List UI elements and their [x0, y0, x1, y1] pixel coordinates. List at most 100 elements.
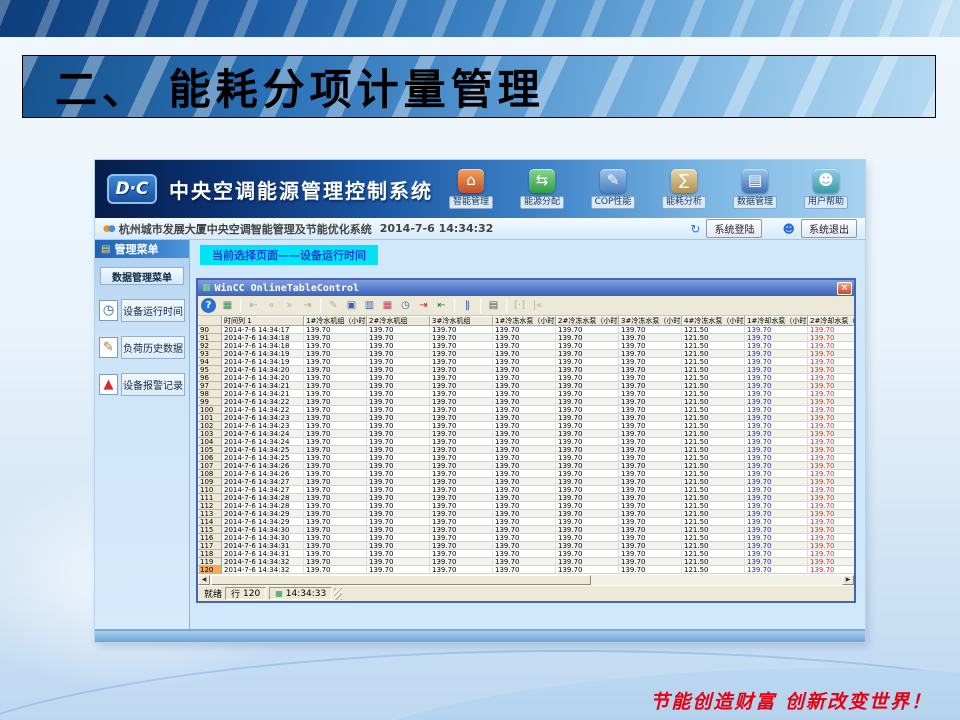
- value-cell: 139.70: [367, 510, 430, 518]
- value-cell: 139.70: [367, 446, 430, 454]
- system-logout-button[interactable]: 系统退出: [801, 219, 857, 238]
- column-header[interactable]: 4#冷冻水泵（小时）: [682, 316, 745, 326]
- value-cell: 139.70: [430, 382, 493, 390]
- table-row[interactable]: 1102014-7-6 14:34:27139.70139.70139.7013…: [198, 486, 854, 494]
- system-login-button[interactable]: 系统登陆: [706, 219, 762, 238]
- table-row[interactable]: 902014-7-6 14:34:17139.70139.70139.70139…: [198, 326, 854, 334]
- sidebar-item-1[interactable]: ◷设备运行时间: [99, 299, 185, 322]
- table-row[interactable]: 982014-7-6 14:34:21139.70139.70139.70139…: [198, 390, 854, 398]
- table-row[interactable]: 942014-7-6 14:34:19139.70139.70139.70139…: [198, 358, 854, 366]
- timestamp-cell: 2014-7-6 14:34:24: [222, 438, 304, 446]
- column-header[interactable]: 2#冷水机组: [367, 316, 430, 326]
- close-icon[interactable]: ×: [837, 282, 852, 295]
- value-cell: 139.70: [808, 486, 854, 494]
- table-row[interactable]: 1012014-7-6 14:34:23139.70139.70139.7013…: [198, 414, 854, 422]
- resize-gripper[interactable]: [334, 588, 342, 600]
- range-start-icon[interactable]: ⇥: [415, 297, 432, 314]
- table-row[interactable]: 1112014-7-6 14:34:28139.70139.70139.7013…: [198, 494, 854, 502]
- column-header[interactable]: 1#冷冻水泵（小时）: [493, 316, 556, 326]
- table-row[interactable]: 1162014-7-6 14:34:30139.70139.70139.7013…: [198, 534, 854, 542]
- horizontal-scrollbar[interactable]: ◀ ▶: [198, 574, 854, 585]
- value-cell: 139.70: [745, 350, 808, 358]
- column-header[interactable]: 时间列 1: [222, 316, 304, 326]
- value-cell: 139.70: [556, 462, 619, 470]
- sidebar-item-2[interactable]: ✎负荷历史数据: [99, 336, 185, 359]
- status-time: 14:34:33: [286, 589, 326, 599]
- table-row[interactable]: 922014-7-6 14:34:18139.70139.70139.70139…: [198, 342, 854, 350]
- column-header[interactable]: 3#冷水机组: [430, 316, 493, 326]
- table-row[interactable]: 992014-7-6 14:34:22139.70139.70139.70139…: [198, 398, 854, 406]
- copy-icon[interactable]: ▣: [343, 297, 360, 314]
- value-cell: 139.70: [556, 430, 619, 438]
- value-cell: 139.70: [493, 406, 556, 414]
- table-row[interactable]: 1182014-7-6 14:34:31139.70139.70139.7013…: [198, 550, 854, 558]
- select-columns-icon[interactable]: ▥: [361, 297, 378, 314]
- prev-record-icon: «: [263, 297, 280, 314]
- table-row[interactable]: 1052014-7-6 14:34:25139.70139.70139.7013…: [198, 446, 854, 454]
- table-row[interactable]: 1202014-7-6 14:34:32139.70139.70139.7013…: [198, 566, 854, 574]
- value-cell: 139.70: [493, 390, 556, 398]
- table-row[interactable]: 1092014-7-6 14:34:27139.70139.70139.7013…: [198, 478, 854, 486]
- app-footer: [95, 629, 865, 642]
- value-cell: 139.70: [304, 334, 367, 342]
- table-row[interactable]: 972014-7-6 14:34:21139.70139.70139.70139…: [198, 382, 854, 390]
- nav-item-4[interactable]: ∑能耗分析: [655, 169, 713, 209]
- column-header[interactable]: 1#冷却水泵（小时）: [745, 316, 808, 326]
- table-row[interactable]: 952014-7-6 14:34:20139.70139.70139.70139…: [198, 366, 854, 374]
- row-number-cell: 92: [198, 342, 222, 350]
- scroll-right-icon[interactable]: ▶: [842, 575, 854, 585]
- table-row[interactable]: 962014-7-6 14:34:20139.70139.70139.70139…: [198, 374, 854, 382]
- value-cell: 139.70: [304, 406, 367, 414]
- column-header[interactable]: 3#冷冻水泵（小时）: [619, 316, 682, 326]
- value-cell: 139.70: [808, 326, 854, 334]
- scroll-left-icon[interactable]: ◀: [198, 575, 210, 585]
- table-row[interactable]: 1042014-7-6 14:34:24139.70139.70139.7013…: [198, 438, 854, 446]
- table-row[interactable]: 1152014-7-6 14:34:30139.70139.70139.7013…: [198, 526, 854, 534]
- timestamp-cell: 2014-7-6 14:34:19: [222, 350, 304, 358]
- value-cell: 139.70: [619, 382, 682, 390]
- value-cell: 121.50: [682, 350, 745, 358]
- help-icon[interactable]: ?: [201, 298, 216, 313]
- timestamp-cell: 2014-7-6 14:34:18: [222, 342, 304, 350]
- table-row[interactable]: 1062014-7-6 14:34:25139.70139.70139.7013…: [198, 454, 854, 462]
- table-row[interactable]: 1032014-7-6 14:34:24139.70139.70139.7013…: [198, 430, 854, 438]
- range-end-icon[interactable]: ⇤: [433, 297, 450, 314]
- pause-icon[interactable]: ‖: [459, 297, 476, 314]
- table-row[interactable]: 1072014-7-6 14:34:26139.70139.70139.7013…: [198, 462, 854, 470]
- app-title: 中央空调能源管理控制系统: [169, 175, 433, 204]
- value-cell: 139.70: [745, 438, 808, 446]
- value-cell: 139.70: [619, 470, 682, 478]
- sidebar-section-button[interactable]: 数据管理菜单: [100, 267, 184, 285]
- column-header[interactable]: 2#冷冻水泵（小时）: [556, 316, 619, 326]
- nav-item-3[interactable]: ✎COP性能: [584, 169, 642, 209]
- table-row[interactable]: 1172014-7-6 14:34:31139.70139.70139.7013…: [198, 542, 854, 550]
- column-header[interactable]: 2#冷却水泵（小时）: [808, 316, 854, 326]
- row-number-cell: 110: [198, 486, 222, 494]
- value-cell: 139.70: [367, 358, 430, 366]
- table-row[interactable]: 1122014-7-6 14:34:28139.70139.70139.7013…: [198, 502, 854, 510]
- sidebar-item-3[interactable]: ▲设备报警记录: [99, 373, 185, 396]
- table-row[interactable]: 1142014-7-6 14:34:29139.70139.70139.7013…: [198, 518, 854, 526]
- wincc-title: WinCC OnlineTableControl: [215, 283, 360, 294]
- table-row[interactable]: 912014-7-6 14:34:18139.70139.70139.70139…: [198, 334, 854, 342]
- value-cell: 139.70: [304, 542, 367, 550]
- value-cell: 139.70: [619, 518, 682, 526]
- export-icon[interactable]: ▦: [219, 297, 236, 314]
- scrollbar-thumb[interactable]: [211, 575, 591, 585]
- print-icon[interactable]: ▤: [485, 297, 502, 314]
- table-row[interactable]: 1022014-7-6 14:34:23139.70139.70139.7013…: [198, 422, 854, 430]
- nav-item-1[interactable]: ⌂智能管理: [442, 169, 500, 209]
- clock-icon[interactable]: ◷: [397, 297, 414, 314]
- value-cell: 139.70: [619, 398, 682, 406]
- nav-item-2[interactable]: ⇆能源分配: [513, 169, 571, 209]
- table-row[interactable]: 1082014-7-6 14:34:26139.70139.70139.7013…: [198, 470, 854, 478]
- table-row[interactable]: 1192014-7-6 14:34:32139.70139.70139.7013…: [198, 558, 854, 566]
- table-row[interactable]: 1132014-7-6 14:34:29139.70139.70139.7013…: [198, 510, 854, 518]
- table-row[interactable]: 1002014-7-6 14:34:22139.70139.70139.7013…: [198, 406, 854, 414]
- nav-item-5[interactable]: ▤数据管理: [726, 169, 784, 209]
- column-header[interactable]: 1#冷水机组（小时）: [304, 316, 367, 326]
- nav-item-6[interactable]: ☻用户帮助: [797, 169, 855, 209]
- table-row[interactable]: 932014-7-6 14:34:19139.70139.70139.70139…: [198, 350, 854, 358]
- value-cell: 121.50: [682, 326, 745, 334]
- timebase-icon[interactable]: ▦: [379, 297, 396, 314]
